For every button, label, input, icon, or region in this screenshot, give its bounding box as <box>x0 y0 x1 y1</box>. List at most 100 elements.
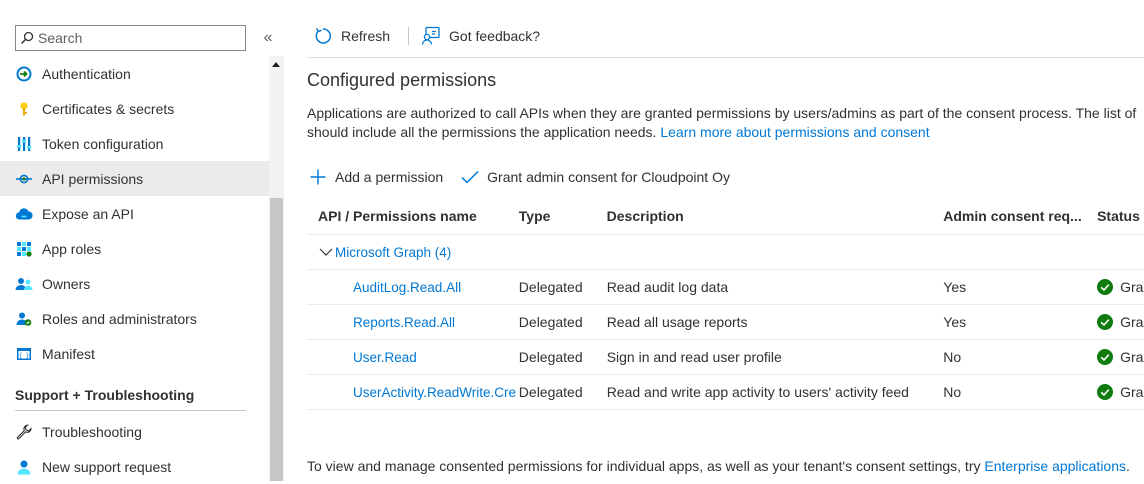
table-row: Reports.Read.All Delegated Read all usag… <box>307 305 1144 340</box>
admin-consent-required: No <box>943 349 962 365</box>
support-section-header: Support + Troubleshooting <box>15 380 246 411</box>
feedback-button[interactable]: Got feedback? <box>415 20 550 52</box>
permission-description: Read audit log data <box>606 279 729 295</box>
permission-status: Gra <box>1097 279 1144 295</box>
permission-status: Gra <box>1097 349 1144 365</box>
sidebar-item-new-support-request[interactable]: New support request <box>0 449 269 484</box>
checkmark-icon <box>459 166 481 188</box>
footer-period: . <box>1126 458 1130 474</box>
grant-admin-consent-button[interactable]: Grant admin consent for Cloudpoint Oy <box>459 166 730 188</box>
column-header-description[interactable]: Description <box>607 208 944 224</box>
permission-description: Read all usage reports <box>606 314 748 330</box>
permission-type: Delegated <box>518 279 583 295</box>
permission-type: Delegated <box>518 314 583 330</box>
search-box[interactable] <box>15 25 246 51</box>
granted-check-icon <box>1097 279 1114 295</box>
wrench-icon <box>14 422 34 442</box>
add-permission-button[interactable]: Add a permission <box>307 166 443 188</box>
owners-icon <box>14 274 34 294</box>
sidebar-item-owners[interactable]: Owners <box>0 266 269 301</box>
app-roles-icon <box>14 239 34 259</box>
sidebar-item-label: Token configuration <box>42 135 164 152</box>
feedback-label: Got feedback? <box>449 27 541 44</box>
learn-more-link[interactable]: Learn more about permissions and consent <box>660 124 929 140</box>
sidebar-item-label: Owners <box>42 275 91 292</box>
roles-admin-icon <box>14 309 34 329</box>
description-line-2: should include all the permissions the a… <box>307 123 1144 142</box>
enterprise-applications-link[interactable]: Enterprise applications <box>984 458 1126 474</box>
group-row-microsoft-graph[interactable]: Microsoft Graph (4) <box>307 235 1144 270</box>
status-text: Gra <box>1120 279 1144 295</box>
permission-status: Gra <box>1097 314 1144 330</box>
status-text: Gra <box>1120 384 1144 400</box>
sidebar-item-certificates[interactable]: Certificates & secrets <box>0 91 269 126</box>
sidebar-item-token-configuration[interactable]: Token configuration <box>0 126 269 161</box>
support-person-icon <box>14 457 34 477</box>
column-header-name[interactable]: API / Permissions name <box>307 208 519 224</box>
granted-check-icon <box>1097 384 1114 400</box>
footer-text: To view and manage consented permissions… <box>307 458 981 474</box>
refresh-button[interactable]: Refresh <box>307 20 400 52</box>
permissions-command-bar: Add a permission Grant admin consent for… <box>307 165 746 189</box>
refresh-label: Refresh <box>341 27 391 44</box>
permission-name-link[interactable]: User.Read <box>307 350 519 365</box>
granted-check-icon <box>1097 314 1114 330</box>
sidebar-item-label: Troubleshooting <box>42 423 142 440</box>
status-text: Gra <box>1120 314 1144 330</box>
sidebar-item-label: App roles <box>42 240 102 257</box>
authentication-icon <box>14 64 34 84</box>
table-row: User.Read Delegated Sign in and read use… <box>307 340 1144 375</box>
column-header-status[interactable]: Status <box>1097 208 1144 224</box>
admin-consent-required: Yes <box>943 314 967 330</box>
svg-text:{ }: { } <box>19 352 30 359</box>
sidebar-item-expose-an-api[interactable]: Expose an API <box>0 196 269 231</box>
chevron-down-icon[interactable] <box>317 243 335 261</box>
sidebar-item-roles-and-administrators[interactable]: Roles and administrators <box>0 301 269 336</box>
permission-name-link[interactable]: UserActivity.ReadWrite.Cre <box>307 385 519 400</box>
admin-consent-required: Yes <box>943 279 967 295</box>
page-title: Configured permissions <box>307 70 497 90</box>
sidebar: « Authentication Certificates & secrets … <box>0 0 284 481</box>
permission-description: Sign in and read user profile <box>606 349 782 365</box>
permissions-table: API / Permissions name Type Description … <box>307 198 1144 410</box>
group-label[interactable]: Microsoft Graph (4) <box>335 245 451 260</box>
permission-name-link[interactable]: AuditLog.Read.All <box>307 280 519 295</box>
sidebar-item-label: Roles and administrators <box>42 310 197 327</box>
status-text: Gra <box>1120 349 1144 365</box>
permission-type: Delegated <box>518 384 583 400</box>
scrollbar-thumb[interactable] <box>270 198 283 481</box>
table-row: AuditLog.Read.All Delegated Read audit l… <box>307 270 1144 305</box>
sidebar-item-troubleshooting[interactable]: Troubleshooting <box>0 414 269 449</box>
sidebar-item-label: Authentication <box>42 65 131 82</box>
scroll-up-arrow-icon[interactable] <box>272 62 280 67</box>
plus-icon <box>307 166 329 188</box>
sidebar-scrollbar[interactable] <box>269 56 284 481</box>
permission-name-link[interactable]: Reports.Read.All <box>307 315 519 330</box>
feedback-icon <box>421 26 441 46</box>
sidebar-item-label: New support request <box>42 458 172 475</box>
sidebar-item-label: Manifest <box>42 345 95 362</box>
sidebar-item-manifest[interactable]: { } Manifest <box>0 336 269 371</box>
granted-check-icon <box>1097 349 1114 365</box>
collapse-sidebar-button[interactable]: « <box>258 26 278 50</box>
search-input[interactable] <box>38 27 245 49</box>
sidebar-item-authentication[interactable]: Authentication <box>0 56 269 91</box>
grant-admin-consent-label: Grant admin consent for Cloudpoint Oy <box>487 169 730 185</box>
permission-status: Gra <box>1097 384 1144 400</box>
column-header-admin-consent[interactable]: Admin consent req... <box>943 208 1097 224</box>
table-header: API / Permissions name Type Description … <box>307 198 1144 235</box>
sidebar-item-label: Certificates & secrets <box>42 100 175 117</box>
token-config-icon <box>14 134 34 154</box>
cloud-icon <box>14 204 34 224</box>
description-line-1: Applications are authorized to call APIs… <box>307 105 1137 121</box>
sidebar-item-app-roles[interactable]: App roles <box>0 231 269 266</box>
api-permissions-icon <box>14 169 34 189</box>
permission-type: Delegated <box>518 349 583 365</box>
column-header-type[interactable]: Type <box>519 208 607 224</box>
add-permission-label: Add a permission <box>335 169 444 185</box>
admin-consent-required: No <box>943 384 962 400</box>
refresh-icon <box>313 26 333 46</box>
sidebar-item-api-permissions[interactable]: API permissions <box>0 161 269 196</box>
search-icon <box>16 26 38 50</box>
permission-description: Read and write app activity to users' ac… <box>606 384 909 400</box>
